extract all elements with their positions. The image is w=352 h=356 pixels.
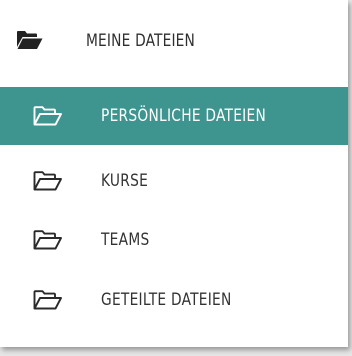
my-files-header[interactable]: MEINE DATEIEN bbox=[0, 0, 348, 84]
nav-item-label: PERSÖNLICHE DATEIEN bbox=[101, 106, 267, 126]
folder-open-outline-icon bbox=[33, 290, 63, 310]
folder-open-outline-icon bbox=[33, 171, 63, 191]
folder-open-outline-icon bbox=[33, 230, 63, 250]
nav-item-label: GETEILTE DATEIEN bbox=[101, 290, 232, 310]
nav-item-label: TEAMS bbox=[101, 230, 150, 250]
nav-item-personal-files[interactable]: PERSÖNLICHE DATEIEN bbox=[0, 87, 348, 145]
file-navigation-panel: MEINE DATEIEN PERSÖNLICHE DATEIEN KURSE … bbox=[0, 0, 348, 347]
nav-item-label: KURSE bbox=[101, 171, 149, 191]
my-files-label: MEINE DATEIEN bbox=[86, 31, 196, 51]
folder-open-outline-icon bbox=[33, 106, 63, 126]
nav-item-courses[interactable]: KURSE bbox=[0, 152, 348, 210]
folder-open-filled-icon bbox=[16, 30, 44, 50]
nav-item-teams[interactable]: TEAMS bbox=[0, 211, 348, 269]
nav-item-shared-files[interactable]: GETEILTE DATEIEN bbox=[0, 271, 348, 329]
